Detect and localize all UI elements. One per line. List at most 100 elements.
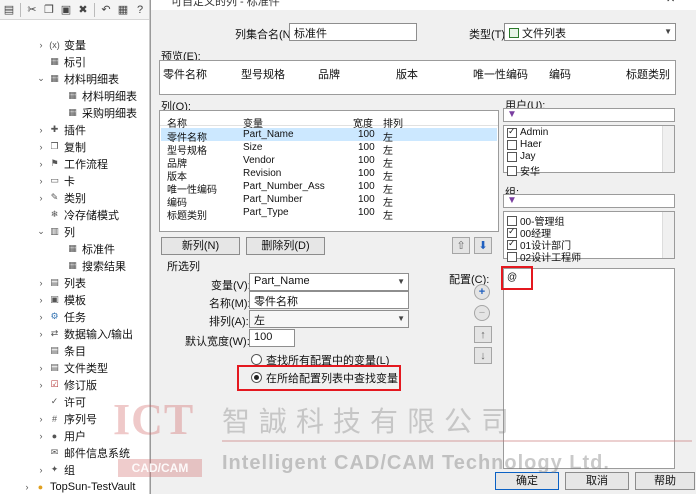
tree-item[interactable]: › ● TopSun-TestVault xyxy=(22,478,136,494)
tree-item[interactable]: ▦ 标准件 xyxy=(54,240,115,257)
move-up-button[interactable]: ⇧ xyxy=(452,237,470,254)
chevron-right-icon[interactable]: › xyxy=(36,125,46,135)
tree-item[interactable]: › ▭ 卡 xyxy=(36,172,76,189)
close-icon[interactable]: × xyxy=(666,0,675,7)
chevron-right-icon[interactable]: › xyxy=(36,363,46,373)
type-select[interactable]: 文件列表 ▼ xyxy=(504,23,676,41)
cut-icon[interactable]: ✂ xyxy=(25,3,39,17)
tree-item[interactable]: ▤ 条目 xyxy=(36,342,86,359)
chevron-right-icon[interactable]: › xyxy=(36,414,46,424)
chevron-down-icon[interactable]: ⌄ xyxy=(36,73,46,84)
tree-item[interactable]: ⌄ ▥ 列 xyxy=(36,223,75,240)
tree-item[interactable]: › ⇄ 数据输入/输出 xyxy=(36,325,134,342)
checkbox[interactable] xyxy=(507,251,517,262)
user-filter-input[interactable]: ▼ xyxy=(503,108,675,122)
set-name-input[interactable]: 标准件 xyxy=(289,23,417,41)
tree-item[interactable]: ▦ 标引 xyxy=(36,53,86,70)
config-list[interactable]: @ xyxy=(503,268,675,469)
add-config-button[interactable]: + xyxy=(474,284,490,300)
checkbox[interactable] xyxy=(507,215,517,226)
default-width-input[interactable]: 100 xyxy=(249,329,295,347)
tree-item[interactable]: › ⚑ 工作流程 xyxy=(36,155,109,172)
tree-item-label: 序列号 xyxy=(64,413,97,426)
remove-config-button[interactable]: − xyxy=(474,305,490,321)
column-row-name[interactable]: 标题类别 xyxy=(167,207,207,222)
chevron-down-icon[interactable]: ⌄ xyxy=(36,226,46,237)
tree-item[interactable]: ▦ 材料明细表 xyxy=(54,87,137,104)
user-item[interactable]: Admin xyxy=(507,126,548,138)
user-item[interactable]: Haer xyxy=(507,139,542,150)
align-select[interactable]: 左 ▼ xyxy=(249,310,409,328)
user-item[interactable]: Jay xyxy=(507,151,536,162)
group-item[interactable]: 02设计工程师 xyxy=(507,249,581,264)
chevron-down-icon: ▼ xyxy=(664,27,672,36)
tree-item[interactable]: ▦ 采购明细表 xyxy=(54,104,137,121)
checkbox[interactable] xyxy=(507,165,517,176)
column-row-width: 100 xyxy=(358,168,375,179)
tree-item[interactable]: › ⚙ 任务 xyxy=(36,308,87,325)
checkbox[interactable] xyxy=(507,151,517,162)
plus-icon: + xyxy=(478,286,486,298)
variable-label: 变量(V): xyxy=(211,280,251,292)
tree-item[interactable]: ✓ 许可 xyxy=(36,393,86,410)
tree-item[interactable]: › ❐ 复制 xyxy=(36,138,87,155)
chevron-right-icon[interactable]: › xyxy=(36,40,46,50)
checkbox[interactable] xyxy=(507,139,517,150)
entry-icon: ▤ xyxy=(50,345,59,355)
columns-header-cell[interactable]: 变量 xyxy=(243,115,263,130)
delete-icon[interactable]: ✖ xyxy=(76,3,90,17)
tree-item-label: 标准件 xyxy=(82,243,115,256)
chevron-right-icon[interactable]: › xyxy=(36,329,46,339)
chevron-right-icon[interactable]: › xyxy=(36,295,46,305)
columns-header-cell[interactable]: 宽度 xyxy=(353,115,373,130)
help-button[interactable]: 帮助 xyxy=(635,472,695,490)
checkbox[interactable] xyxy=(507,126,517,138)
columns-header-cell[interactable]: 名称 xyxy=(167,115,187,130)
tree-item[interactable]: › ☑ 修订版 xyxy=(36,376,98,393)
checkbox[interactable] xyxy=(507,226,517,238)
chevron-right-icon[interactable]: › xyxy=(36,312,46,322)
properties-icon[interactable]: ▦ xyxy=(116,3,130,17)
move-down-button[interactable]: ⬇ xyxy=(474,237,492,254)
chevron-right-icon[interactable]: › xyxy=(22,482,32,492)
chevron-right-icon[interactable]: › xyxy=(36,278,46,288)
config-up-button[interactable]: ↑ xyxy=(474,326,492,343)
chevron-right-icon[interactable]: › xyxy=(36,431,46,441)
chevron-right-icon[interactable]: › xyxy=(36,465,46,475)
paste-icon[interactable]: ▣ xyxy=(59,3,73,17)
name-input[interactable]: 零件名称 xyxy=(249,291,409,309)
users-list-scrollbar[interactable] xyxy=(662,126,674,172)
tree-item[interactable]: › ▤ 列表 xyxy=(36,274,87,291)
chevron-right-icon[interactable]: › xyxy=(36,380,46,390)
tree-item[interactable]: ❄ 冷存储模式 xyxy=(36,206,119,223)
tree-item[interactable]: › (x) 变量 xyxy=(36,36,87,53)
tree-item[interactable]: ▦ 搜索结果 xyxy=(54,257,126,274)
chevron-right-icon[interactable]: › xyxy=(36,159,46,169)
chevron-right-icon[interactable]: › xyxy=(36,193,46,203)
tree-item[interactable]: › ✎ 类别 xyxy=(36,189,87,206)
variable-select[interactable]: Part_Name ▼ xyxy=(249,273,409,291)
undo-icon[interactable]: ↶ xyxy=(99,3,113,17)
chevron-right-icon[interactable]: › xyxy=(36,142,46,152)
tree-item[interactable]: ⌄ ▦ 材料明细表 xyxy=(36,70,119,87)
tree-item[interactable]: › ▣ 模板 xyxy=(36,291,87,308)
user-item[interactable]: 安华 xyxy=(507,163,540,178)
tree-item[interactable]: ✉ 邮件信息系统 xyxy=(36,444,130,461)
new-column-button[interactable]: 新列(N) xyxy=(161,237,240,255)
tree-item[interactable]: › ✚ 插件 xyxy=(36,121,87,138)
groups-list-scrollbar[interactable] xyxy=(662,212,674,258)
config-down-button[interactable]: ↓ xyxy=(474,347,492,364)
folder-icon[interactable]: ▤ xyxy=(2,3,16,17)
tree-item[interactable]: › ✦ 组 xyxy=(36,461,76,478)
tree-item[interactable]: › ▤ 文件类型 xyxy=(36,359,109,376)
copy-icon[interactable]: ❐ xyxy=(42,3,56,17)
tree-item[interactable]: › # 序列号 xyxy=(36,410,98,427)
columns-header-cell[interactable]: 排列 xyxy=(383,115,403,130)
chevron-right-icon[interactable]: › xyxy=(36,176,46,186)
checkbox[interactable] xyxy=(507,238,517,250)
group-filter-input[interactable]: ▼ xyxy=(503,194,675,208)
columns-list[interactable] xyxy=(159,110,499,232)
delete-column-button[interactable]: 删除列(D) xyxy=(246,237,325,255)
help-icon[interactable]: ? xyxy=(133,3,147,17)
tree-item[interactable]: › ● 用户 xyxy=(36,427,87,444)
